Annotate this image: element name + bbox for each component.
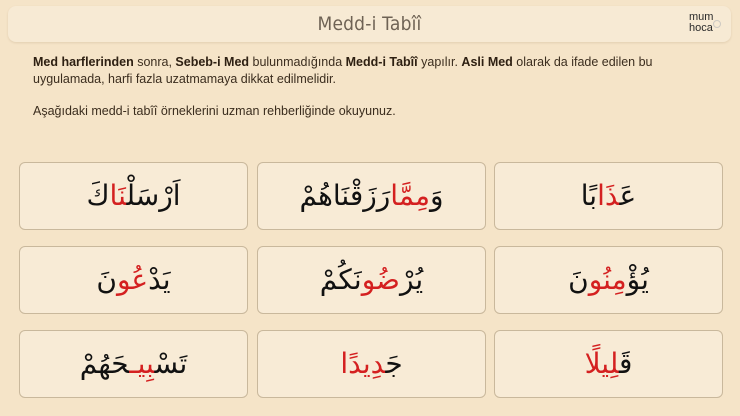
page-title: Medd-i Tabîî <box>317 13 422 35</box>
arabic-word: تَسْبِيـحَهُمْ <box>79 347 188 380</box>
brand-logo[interactable]: mum hoca <box>689 12 721 34</box>
arabic-word: وَمِمَّارَزَقْنَاهُمْ <box>299 179 444 212</box>
arabic-word: عَذَابًا <box>580 179 637 212</box>
example-card-7[interactable]: قَلِيلًا <box>494 330 723 398</box>
example-card-2[interactable]: وَمِمَّارَزَقْنَاهُمْ <box>257 162 486 230</box>
example-card-3[interactable]: اَرْسَلْنَاكَ <box>19 162 248 230</box>
arabic-word: يَدْعُونَ <box>96 263 171 296</box>
arabic-word: قَلِيلًا <box>584 347 633 380</box>
arabic-word: جَدِيدًا <box>340 347 403 380</box>
example-card-5[interactable]: يُرْضُونَكُمْ <box>257 246 486 314</box>
arabic-word: اَرْسَلْنَاكَ <box>86 179 181 212</box>
term-med-harfleri: Med harflerinden <box>33 55 134 69</box>
example-card-9[interactable]: تَسْبِيـحَهُمْ <box>19 330 248 398</box>
examples-grid: عَذَابًا وَمِمَّارَزَقْنَاهُمْ اَرْسَلْن… <box>19 162 724 402</box>
example-card-6[interactable]: يَدْعُونَ <box>19 246 248 314</box>
logo-mark-icon <box>713 20 721 28</box>
term-sebeb-i-med: Sebeb-i Med <box>175 55 250 69</box>
arabic-word: يُرْضُونَكُمْ <box>319 263 424 296</box>
term-asli-med: Asli Med <box>461 55 513 69</box>
example-card-8[interactable]: جَدِيدًا <box>257 330 486 398</box>
header-bar: Medd-i Tabîî mum hoca <box>8 6 731 42</box>
example-card-4[interactable]: يُؤْمِنُونَ <box>494 246 723 314</box>
arabic-word: يُؤْمِنُونَ <box>568 263 649 296</box>
instruction-text: Aşağıdaki medd-i tabîî örneklerini uzman… <box>33 104 396 118</box>
term-medd-i-tabii: Medd-i Tabîî <box>345 55 418 69</box>
intro-paragraph: Med harflerinden sonra, Sebeb-i Med bulu… <box>33 55 653 86</box>
example-card-1[interactable]: عَذَابًا <box>494 162 723 230</box>
